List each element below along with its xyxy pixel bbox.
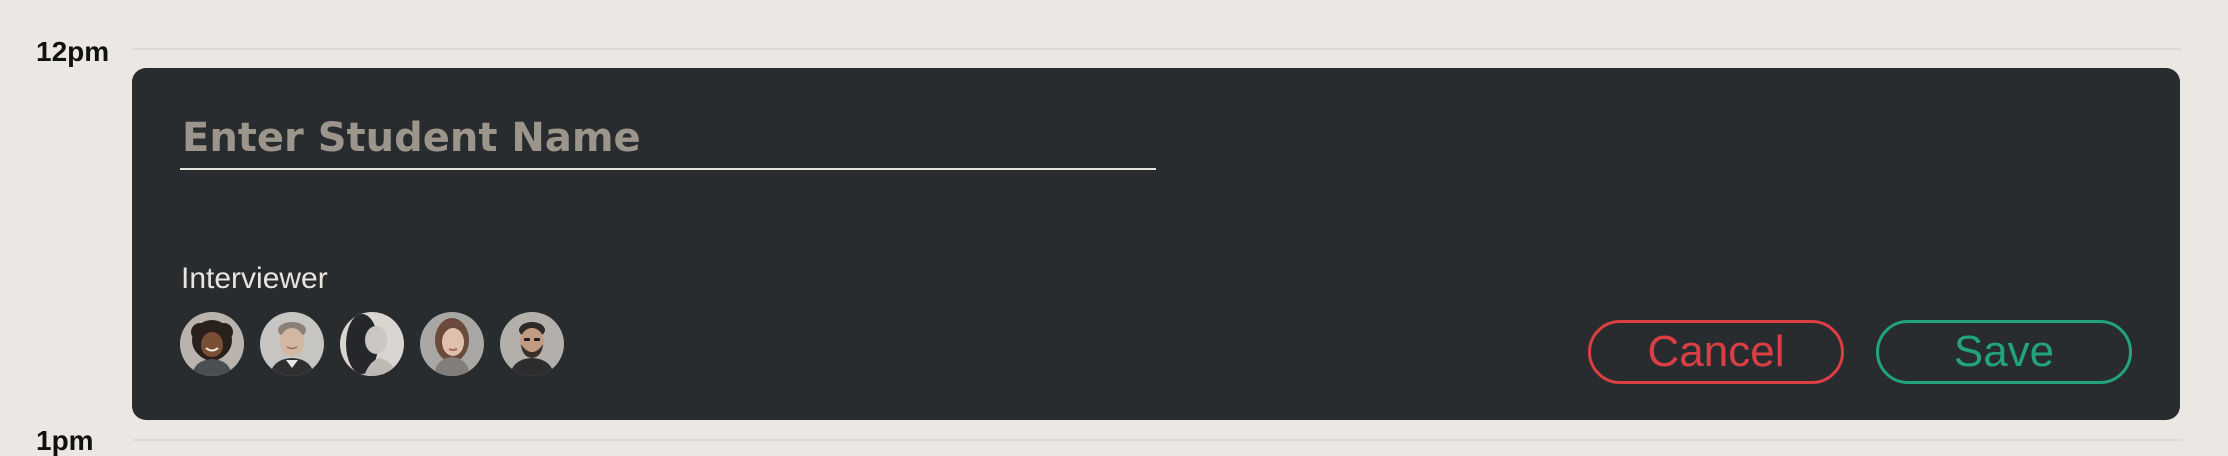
interviewer-avatar-list [180, 312, 564, 376]
interviewer-avatar[interactable] [420, 312, 484, 376]
avatar-woman-dark-hair [340, 312, 404, 376]
avatar-man-beard [500, 312, 564, 376]
hour-divider [132, 48, 2182, 50]
time-label-1pm: 1pm [36, 425, 94, 456]
avatar-man-light-hair [260, 312, 324, 376]
interviewer-avatar[interactable] [180, 312, 244, 376]
cancel-button[interactable]: Cancel [1588, 320, 1844, 384]
interviewer-avatar[interactable] [340, 312, 404, 376]
save-button[interactable]: Save [1876, 320, 2132, 384]
avatar-woman-curly-hair [180, 312, 244, 376]
interview-slot-card: Interviewer [132, 68, 2180, 420]
interviewer-avatar[interactable] [260, 312, 324, 376]
interviewer-avatar[interactable] [500, 312, 564, 376]
hour-divider [132, 439, 2182, 441]
time-label-12pm: 12pm [36, 36, 110, 67]
interviewer-label: Interviewer [181, 262, 328, 295]
avatar-woman-brown-hair [420, 312, 484, 376]
student-name-input[interactable] [180, 108, 1156, 170]
